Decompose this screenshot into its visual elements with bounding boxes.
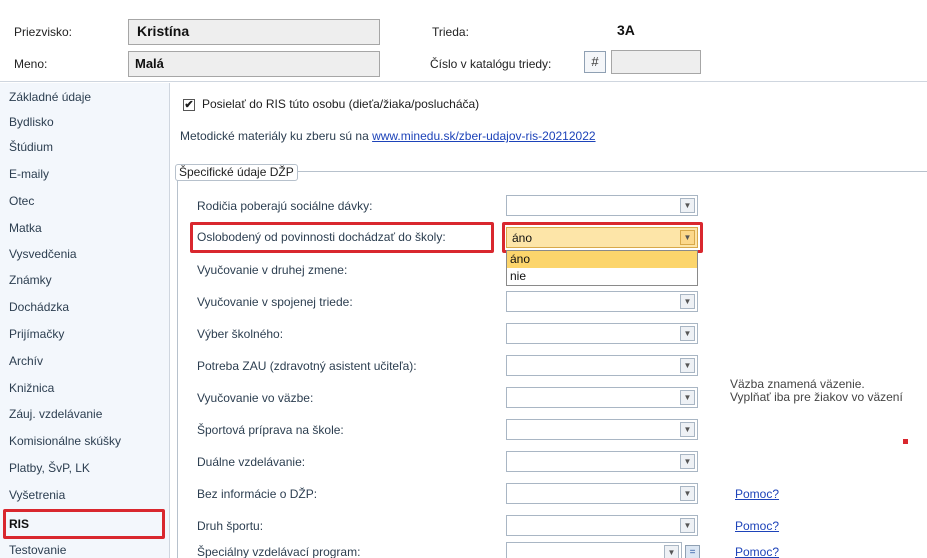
methodology-prefix: Metodické materiály ku zberu sú na — [180, 129, 373, 143]
combo-zau[interactable]: ▼ — [506, 355, 698, 376]
ris-highlight-frame — [3, 509, 165, 539]
sidebar-item-zakladne-udaje[interactable]: Základné údaje — [9, 90, 91, 104]
firstname-field[interactable]: Malá — [128, 51, 380, 77]
sidebar-item-studium[interactable]: Štúdium — [9, 140, 53, 154]
sidebar-item-zauj-vzdelavanie[interactable]: Záuj. vzdelávanie — [9, 407, 102, 421]
specific-data-group-title: Špecifické údaje DŽP — [175, 164, 298, 181]
catalog-hash-button[interactable]: # — [584, 51, 606, 73]
chevron-down-icon[interactable]: ▼ — [680, 486, 695, 501]
surname-label: Priezvisko: — [14, 25, 73, 39]
help-link-sport-type[interactable]: Pomoc? — [735, 519, 779, 533]
chevron-down-icon[interactable]: ▼ — [680, 390, 695, 405]
chevron-down-icon[interactable]: ▼ — [664, 545, 679, 558]
combo-sport-type[interactable]: ▼ — [506, 515, 698, 536]
sidebar-item-bydlisko[interactable]: Bydlisko — [9, 115, 54, 129]
methodology-link[interactable]: www.minedu.sk/zber-udajov-ris-20212022 — [372, 129, 595, 143]
row-label-combined-class: Vyučovanie v spojenej triede: — [197, 295, 353, 309]
catalog-label: Číslo v katalógu triedy: — [430, 57, 552, 71]
row-label-special-program: Špeciálny vzdelávací program: — [197, 545, 361, 558]
chevron-down-icon[interactable]: ▼ — [680, 422, 695, 437]
exempt-combo-highlight-frame — [502, 222, 703, 253]
combo-sport-prep[interactable]: ▼ — [506, 419, 698, 440]
sidebar-item-vysetrenia[interactable]: Vyšetrenia — [9, 488, 65, 502]
chevron-down-icon[interactable]: ▼ — [680, 454, 695, 469]
combo-no-dzp-info[interactable]: ▼ — [506, 483, 698, 504]
chevron-down-icon[interactable]: ▼ — [680, 326, 695, 341]
sidebar-item-otec[interactable]: Otec — [9, 194, 34, 208]
sidebar-item-matka[interactable]: Matka — [9, 221, 42, 235]
row-label-custody: Vyučovanie vo väzbe: — [197, 391, 314, 405]
send-to-ris-checkbox[interactable]: ✔ — [183, 99, 195, 111]
row-label-sport-prep: Športová príprava na škole: — [197, 423, 344, 437]
sidebar-item-komisionalne-skusky[interactable]: Komisionálne skúšky — [9, 434, 121, 448]
sidebar-item-platby[interactable]: Platby, ŠvP, LK — [9, 461, 90, 475]
combo-dual-education[interactable]: ▼ — [506, 451, 698, 472]
send-to-ris-label: Posielať do RIS túto osobu (dieťa/žiaka/… — [202, 97, 480, 111]
combo-special-program[interactable]: ▼ — [506, 542, 682, 558]
catalog-number-field[interactable] — [611, 50, 701, 74]
sidebar-item-archiv[interactable]: Archív — [9, 354, 43, 368]
chevron-down-icon[interactable]: ▼ — [680, 358, 695, 373]
dropdown-option-ano[interactable]: áno — [507, 251, 697, 268]
dropdown-option-nie[interactable]: nie — [507, 268, 697, 285]
ris-panel: ✔ Posielať do RIS túto osobu (dieťa/žiak… — [171, 83, 927, 558]
row-label-second-shift: Vyučovanie v druhej zmene: — [197, 263, 348, 277]
sidebar-item-dochadzka[interactable]: Dochádzka — [9, 300, 69, 314]
combo-custody[interactable]: ▼ — [506, 387, 698, 408]
row-label-zau: Potreba ZAU (zdravotný asistent učiteľa)… — [197, 359, 417, 373]
special-program-edit-button[interactable]: = — [685, 545, 700, 558]
row-label-tuition: Výber školného: — [197, 327, 284, 341]
row-label-social-benefits: Rodičia poberajú sociálne dávky: — [197, 199, 373, 213]
sidebar: Základné údaje Bydlisko Štúdium E-maily … — [0, 83, 170, 558]
combo-tuition[interactable]: ▼ — [506, 323, 698, 344]
methodology-text: Metodické materiály ku zberu sú na www.m… — [180, 129, 596, 143]
custody-note: Väzba znamená väzenie. Vyplňať iba pre ži… — [730, 377, 903, 404]
red-marker — [903, 439, 908, 444]
sidebar-item-vysvedcenia[interactable]: Vysvedčenia — [9, 247, 77, 261]
exempt-dropdown-list: áno nie — [506, 250, 698, 286]
row-label-no-dzp-info: Bez informácie o DŽP: — [197, 487, 318, 501]
row-label-sport-type: Druh športu: — [197, 519, 264, 533]
combo-combined-class[interactable]: ▼ — [506, 291, 698, 312]
combo-social-benefits[interactable]: ▼ — [506, 195, 698, 216]
class-value: 3A — [617, 22, 635, 38]
exempt-label-highlight-frame — [190, 222, 494, 253]
sidebar-item-testovanie[interactable]: Testovanie — [9, 543, 66, 557]
chevron-down-icon[interactable]: ▼ — [680, 518, 695, 533]
sidebar-item-znamky[interactable]: Známky — [9, 273, 52, 287]
student-header: Priezvisko: Kristína Meno: Malá Trieda: … — [0, 0, 927, 82]
sidebar-item-emaily[interactable]: E-maily — [9, 167, 49, 181]
chevron-down-icon[interactable]: ▼ — [680, 294, 695, 309]
row-label-dual-education: Duálne vzdelávanie: — [197, 455, 306, 469]
sidebar-item-kniznica[interactable]: Knižnica — [9, 381, 54, 395]
firstname-label: Meno: — [14, 57, 48, 71]
chevron-down-icon[interactable]: ▼ — [680, 198, 695, 213]
help-link-special-program[interactable]: Pomoc? — [735, 545, 779, 558]
class-label: Trieda: — [432, 25, 469, 39]
sidebar-item-prijimacky[interactable]: Prijímačky — [9, 327, 64, 341]
help-link-no-dzp-info[interactable]: Pomoc? — [735, 487, 779, 501]
surname-field[interactable]: Kristína — [128, 19, 380, 45]
